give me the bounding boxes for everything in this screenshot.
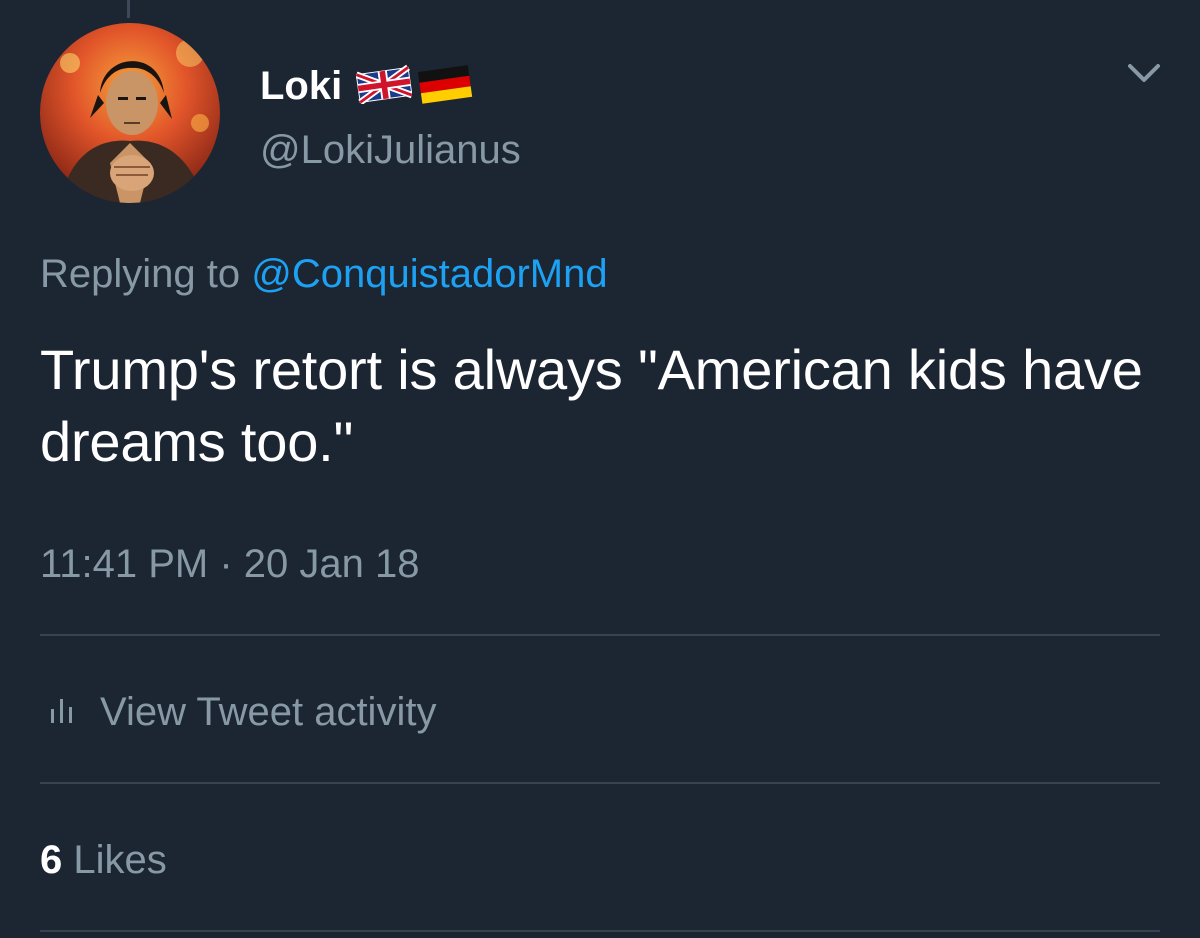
bar-chart-icon (50, 690, 76, 735)
divider (40, 782, 1160, 784)
view-tweet-activity-label: View Tweet activity (100, 689, 437, 734)
username[interactable]: @LokiJulianus (260, 122, 521, 178)
likes-count: 6 (40, 838, 63, 882)
likes-link[interactable]: 6 Likes (40, 832, 167, 888)
thread-connector-line (127, 0, 130, 18)
view-tweet-activity-button[interactable]: View Tweet activity (40, 684, 436, 740)
tweet-text: Trump's retort is always "American kids … (40, 338, 1143, 473)
divider (40, 634, 1160, 636)
divider (40, 930, 1160, 932)
replying-to-mention-link[interactable]: @ConquistadorMnd (251, 252, 607, 296)
replying-to-label: Replying to (40, 252, 241, 296)
author-name-row[interactable]: Loki (260, 58, 474, 114)
display-name[interactable]: Loki (260, 58, 342, 114)
germany-flag-icon (416, 62, 474, 111)
tweet-timestamp[interactable]: 11:41 PM · 20 Jan 18 (40, 536, 420, 592)
replying-to-line: Replying to @ConquistadorMnd (40, 246, 608, 302)
avatar-image (40, 23, 220, 203)
likes-label: Likes (73, 838, 167, 882)
avatar[interactable] (40, 23, 220, 203)
uk-flag-icon (355, 64, 414, 109)
chevron-down-icon[interactable] (1124, 56, 1164, 90)
